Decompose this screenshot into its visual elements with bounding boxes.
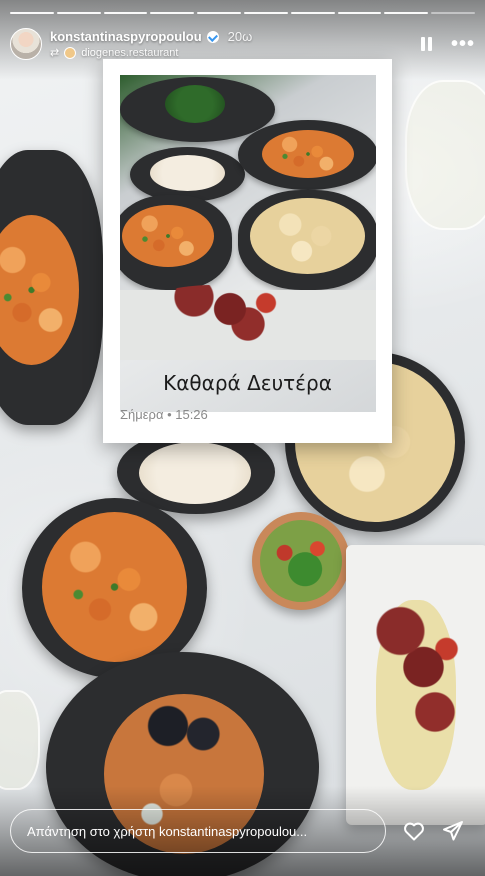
- card-photo: [120, 75, 376, 412]
- story-header: konstantinaspyropoulou 20ω ⇄ diogenes.re…: [10, 24, 475, 64]
- repost-icon: ⇄: [50, 47, 60, 59]
- pasta-plate-middle: [22, 498, 207, 678]
- repost-card[interactable]: Καθαρά Δευτέρα Σήμερα • 15:26: [103, 59, 392, 443]
- source-avatar: [64, 46, 77, 59]
- progress-segment: [384, 12, 429, 14]
- avatar[interactable]: [10, 28, 42, 60]
- progress-segment: [10, 12, 54, 14]
- pasta-plate-left: [0, 150, 103, 425]
- progress-segment: [431, 12, 475, 14]
- timestamp: 20ω: [227, 29, 253, 44]
- progress-segment: [56, 12, 101, 14]
- reply-input[interactable]: Απάντηση στο χρήστη konstantinaspyropoul…: [10, 809, 386, 853]
- reply-placeholder: Απάντηση στο χρήστη konstantinaspyropoul…: [27, 823, 308, 839]
- more-icon[interactable]: •••: [451, 34, 475, 54]
- progress-segment: [337, 12, 382, 14]
- heart-icon[interactable]: [402, 819, 426, 843]
- story-viewer[interactable]: konstantinaspyropoulou 20ω ⇄ diogenes.re…: [0, 0, 485, 876]
- progress-segment: [290, 12, 335, 14]
- progress-segment: [103, 12, 148, 14]
- verified-badge-icon: [206, 30, 219, 43]
- send-icon[interactable]: [441, 819, 465, 843]
- story-progress-bar: [10, 12, 475, 14]
- progress-segment: [243, 12, 288, 14]
- progress-segment: [197, 12, 241, 14]
- wine-glass-left: [0, 690, 40, 790]
- repost-source-name[interactable]: diogenes.restaurant: [81, 47, 178, 59]
- progress-segment: [150, 12, 195, 14]
- wine-glass-right: [405, 80, 485, 230]
- salad-bowl: [252, 512, 350, 610]
- username[interactable]: konstantinaspyropoulou: [50, 29, 202, 44]
- card-caption: Καθαρά Δευτέρα: [163, 371, 332, 395]
- card-date: Σήμερα • 15:26: [120, 407, 208, 422]
- octopus-tray: [346, 545, 485, 825]
- pause-icon[interactable]: [420, 37, 433, 51]
